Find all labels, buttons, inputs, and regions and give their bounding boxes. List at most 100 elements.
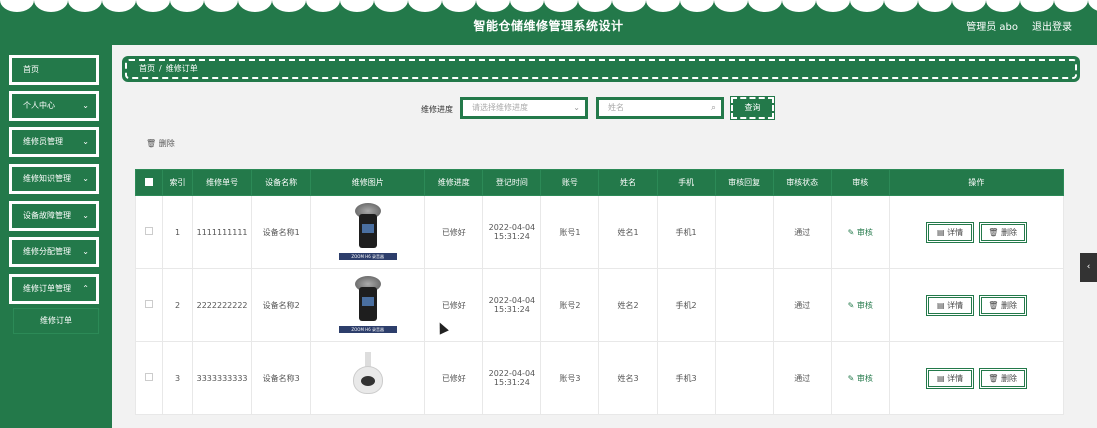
cell-account: 账号1 [540,195,600,269]
cell-status: 通过 [772,195,832,269]
detail-label: 详情 [947,300,964,310]
audit-link[interactable]: ✎ 审核 [848,374,873,383]
main-content: 首页 / 维修订单 维修进度 请选择维修进度 ⌄ 姓名 ⌕ 查询 🗑 删除 索引 维… [112,45,1097,428]
sidebar-item-home[interactable]: 首页 [9,55,99,85]
audit-label: 审核 [856,300,873,310]
cell-name: 姓名3 [598,341,658,415]
breadcrumb-home[interactable]: 首页 [139,64,155,73]
cell-progress: 已修好 [424,341,484,415]
logout-link[interactable]: 退出登录 [1032,18,1072,33]
progress-select[interactable]: 请选择维修进度 ⌄ [460,97,588,119]
audit-link[interactable]: ✎ 审核 [848,301,873,310]
document-icon: ▤ [937,227,945,237]
column-header: 维修单号 [192,169,253,196]
detail-button[interactable]: ▤ 详情 [926,367,975,389]
select-all-checkbox[interactable] [134,169,164,196]
image-caption: ZOOM H6 录音器 [338,326,397,333]
sidebar-item-repairers[interactable]: 维修员管理 ⌄ [9,127,99,157]
chevron-up-icon: ⌃ [82,284,89,293]
cell-order-no: 1111111111 [192,195,253,269]
cell-date: 2022-04-04 [488,296,536,305]
camera-image[interactable] [339,348,397,406]
row-delete-button[interactable]: 🗑 删除 [978,294,1027,316]
column-header: 设备名称 [251,169,312,196]
audit-link[interactable]: ✎ 审核 [848,228,873,237]
cell-status: 通过 [772,268,832,342]
breadcrumb-current: 维修订单 [165,64,198,73]
cell-audit: ✎ 审核 [830,268,890,342]
breadcrumb-separator: / [159,64,162,73]
app-title: 智能仓储维修管理系统设计 [473,19,624,33]
cell-device: 设备名称3 [251,341,312,415]
row-checkbox[interactable] [134,195,164,269]
sidebar-item-label: 维修知识管理 [23,174,71,183]
bulk-delete-button[interactable]: 🗑 删除 [146,138,175,149]
delete-label: 删除 [1001,373,1017,383]
sidebar-item-faults[interactable]: 设备故障管理 ⌄ [9,201,99,231]
row-delete-button[interactable]: 🗑 删除 [978,221,1027,243]
detail-button[interactable]: ▤ 详情 [926,294,975,316]
sidebar-item-label: 个人中心 [23,101,55,110]
detail-label: 详情 [947,227,964,237]
cell-device: 设备名称2 [251,268,312,342]
sidebar-item-knowledge[interactable]: 维修知识管理 ⌄ [9,164,99,194]
column-header: 维修进度 [424,169,484,196]
detail-button[interactable]: ▤ 详情 [926,221,975,243]
cell-name: 姓名2 [598,268,658,342]
name-input-placeholder: 姓名 [608,103,624,112]
delete-label: 删除 [1001,227,1017,237]
row-delete-button[interactable]: 🗑 删除 [978,367,1027,389]
cell-registered-time: 2022-04-04 15:31:24 [482,195,542,269]
cell-registered-time: 2022-04-04 15:31:24 [482,341,542,415]
recorder-image[interactable]: ZOOM H6 录音器 [338,275,397,333]
top-header: 智能仓储维修管理系统设计 管理员 abo 退出登录 [0,0,1097,45]
recorder-image[interactable]: ZOOM H6 录音器 [338,202,397,260]
delete-label: 删除 [1001,300,1017,310]
cell-date: 2022-04-04 [488,223,536,232]
cell-time: 15:31:24 [493,305,530,314]
repair-orders-table: 索引 维修单号 设备名称 维修图片 维修进度 登记时间 账号 姓名 手机 审核回… [134,169,1065,415]
sidebar-item-profile[interactable]: 个人中心 ⌄ [9,91,99,121]
cell-index: 3 [162,341,194,415]
sidebar-item-assignments[interactable]: 维修分配管理 ⌄ [9,237,99,267]
current-user: 管理员 abo [966,22,1018,33]
search-icon: ⌕ [710,103,716,113]
edit-icon: ✎ [847,300,855,310]
sidebar-item-label: 维修员管理 [23,137,63,146]
edit-icon: ✎ [847,227,855,237]
edit-icon: ✎ [847,373,855,383]
cell-account: 账号3 [540,341,600,415]
chevron-left-icon[interactable]: ‹ [1080,253,1097,282]
sidebar: 首页 个人中心 ⌄ 维修员管理 ⌄ 维修知识管理 ⌄ 设备故障管理 ⌄ 维修分配管理 ⌄ … [0,45,112,428]
cell-phone: 手机2 [656,268,716,342]
column-header: 审核状态 [772,169,832,196]
row-checkbox[interactable] [134,341,164,415]
cell-reply [714,341,774,415]
cell-actions: ▤ 详情 🗑 删除 [888,195,1065,269]
bulk-delete-label: 删除 [158,139,175,148]
cell-audit: ✎ 审核 [830,195,890,269]
breadcrumb: 首页 / 维修订单 [122,56,1080,82]
cell-audit: ✎ 审核 [830,341,890,415]
row-checkbox[interactable] [134,268,164,342]
name-search-input[interactable]: 姓名 ⌕ [596,97,724,119]
column-header: 姓名 [598,169,658,196]
document-icon: ▤ [937,373,945,383]
column-header: 操作 [888,169,1065,196]
audit-label: 审核 [856,373,873,383]
submenu-item-repair-orders[interactable]: 维修订单 [13,308,99,334]
cell-time: 15:31:24 [493,378,530,387]
chevron-down-icon: ⌄ [82,174,89,183]
query-button[interactable]: 查询 [730,96,775,120]
sidebar-item-label: 设备故障管理 [23,211,71,220]
cell-actions: ▤ 详情 🗑 删除 [888,341,1065,415]
column-header: 维修图片 [310,169,426,196]
trash-icon: 🗑 [146,139,157,148]
column-header: 登记时间 [482,169,542,196]
sidebar-item-label: 首页 [23,65,39,74]
column-header: 审核 [830,169,890,196]
cell-order-no: 3333333333 [192,341,253,415]
sidebar-item-orders[interactable]: 维修订单管理 ⌃ [9,274,99,304]
cell-phone: 手机3 [656,341,716,415]
progress-filter-label: 维修进度 [421,105,453,114]
